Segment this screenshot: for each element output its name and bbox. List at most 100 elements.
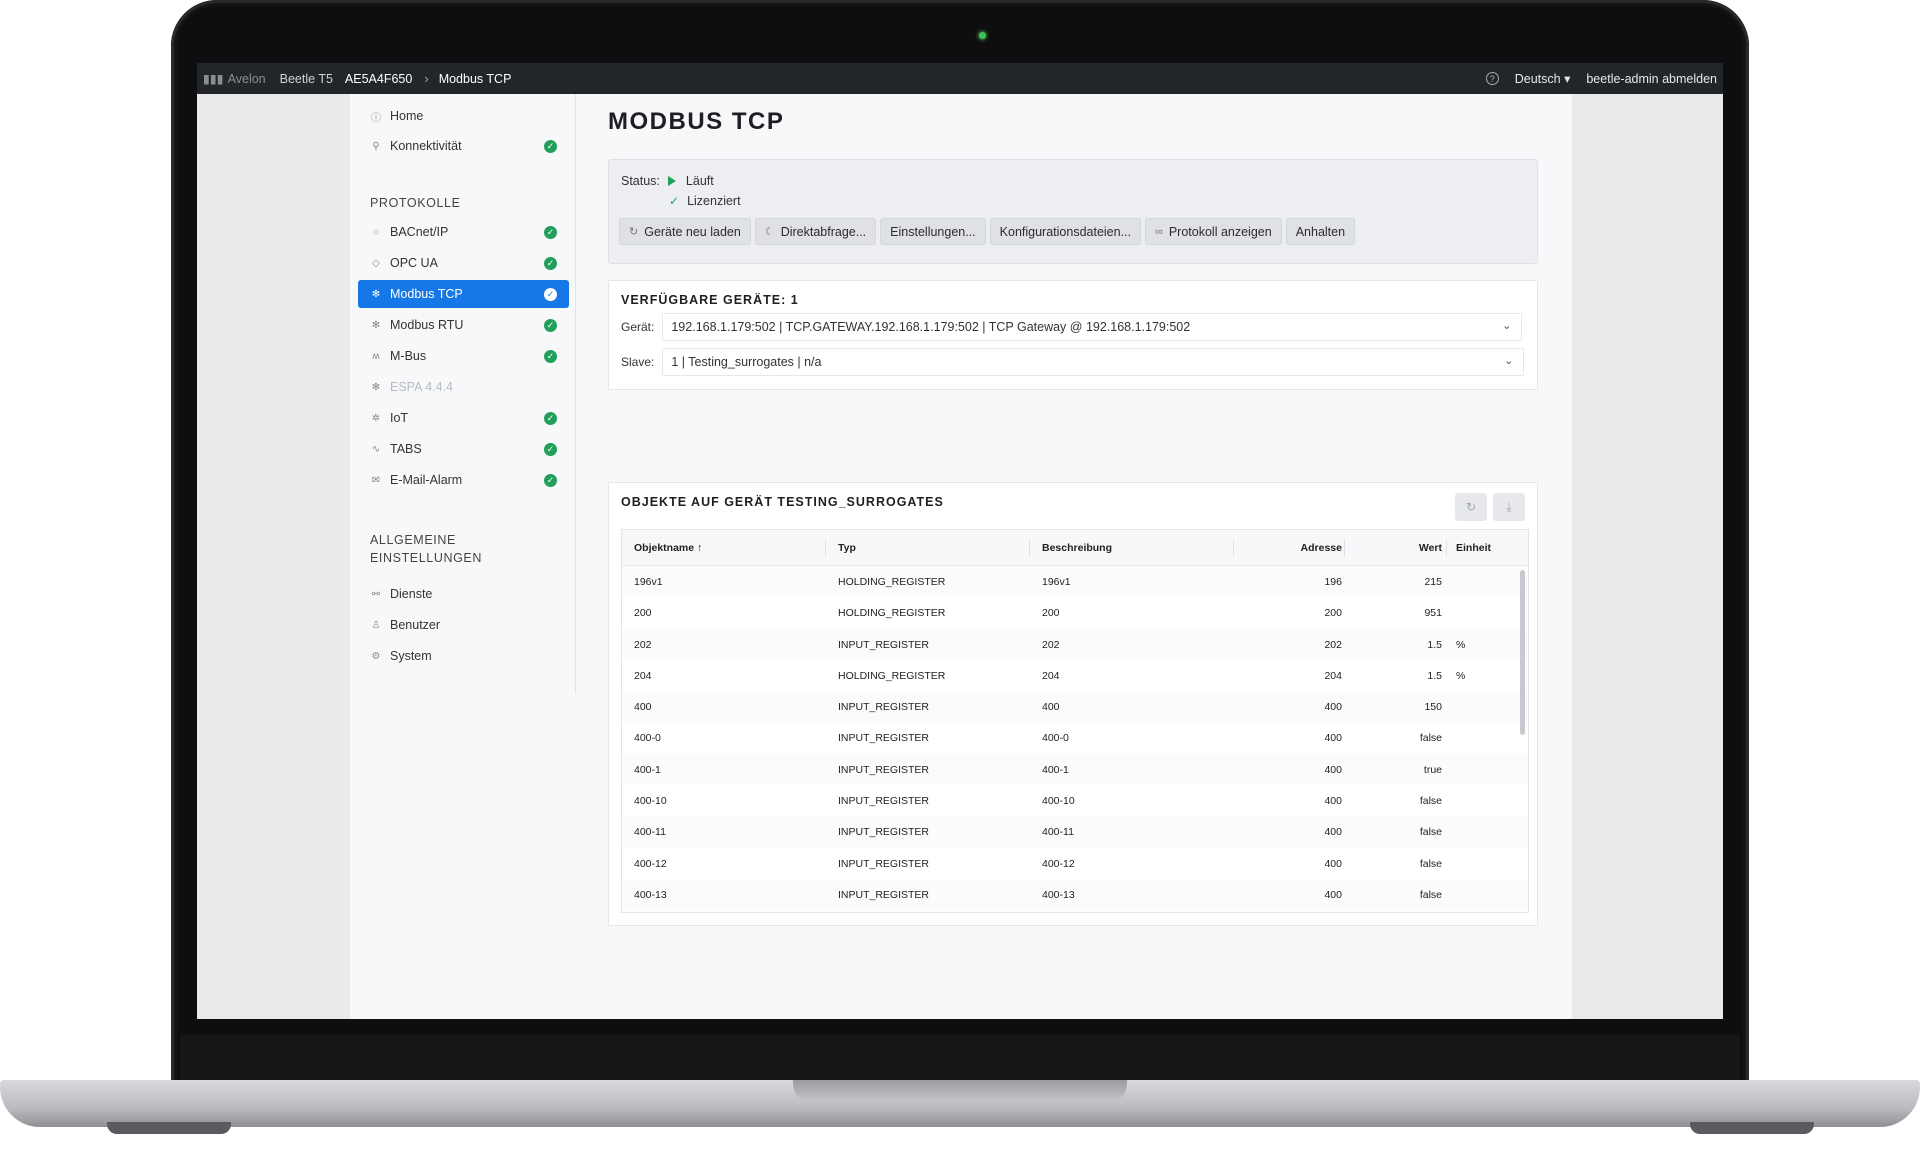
- cell-name: 400-11: [634, 826, 666, 839]
- cell-address: 400: [1324, 826, 1342, 839]
- chevron-down-icon: ⌄: [1502, 320, 1512, 332]
- page-title: MODBUS TCP: [608, 108, 785, 135]
- brand-logo[interactable]: ▮▮▮ Avelon: [203, 71, 266, 87]
- column-header-description[interactable]: Beschreibung: [1042, 542, 1112, 554]
- cell-description: 400-11: [1042, 826, 1074, 839]
- cell-type: INPUT_REGISTER: [838, 732, 930, 745]
- check-circle-icon: ✓: [544, 349, 557, 363]
- table-row[interactable]: 202 INPUT_REGISTER 202 202 1.5%: [622, 628, 1528, 660]
- sidebar-item-protocol[interactable]: ∿ TABS ✓: [358, 435, 569, 463]
- screen: ▮▮▮ Avelon Beetle T5 AE5A4F650 › Modbus T…: [197, 63, 1723, 1019]
- sidebar-item-protocol[interactable]: ○ BACnet/IP ✓: [358, 218, 569, 246]
- cell-name: 196v1: [634, 576, 663, 588]
- table-row[interactable]: 400-1 INPUT_REGISTER 400-1 400 true: [622, 753, 1528, 786]
- check-circle-icon: ✓: [544, 411, 557, 425]
- cell-address: 200: [1324, 607, 1342, 620]
- sidebar-item-general[interactable]: ⚙ System: [358, 642, 569, 670]
- column-header-address[interactable]: Adresse: [1282, 542, 1342, 554]
- chevron-right-icon: ›: [424, 71, 429, 86]
- table-row[interactable]: 204 HOLDING_REGISTER 204 204 1.5%: [622, 660, 1528, 691]
- breadcrumb-product[interactable]: Beetle T5: [280, 72, 333, 86]
- table-row[interactable]: 400-0 INPUT_REGISTER 400-0 400 false: [622, 722, 1528, 753]
- breadcrumb-device[interactable]: AE5A4F650: [345, 72, 412, 86]
- license-line: ✓ Lizenziert: [669, 194, 741, 208]
- sidebar-item-protocol[interactable]: ✻ Modbus TCP ✓: [358, 280, 569, 308]
- sidebar-item-protocol[interactable]: ✉ E-Mail-Alarm ✓: [358, 466, 569, 494]
- language-select[interactable]: Deutsch ▾: [1515, 71, 1571, 86]
- cell-type: INPUT_REGISTER: [838, 795, 930, 808]
- cell-value: false: [1419, 888, 1442, 901]
- check-circle-icon: ✓: [544, 442, 557, 456]
- sidebar-item-protocol[interactable]: ✲ IoT ✓: [358, 404, 569, 432]
- column-divider: [1233, 539, 1234, 557]
- refresh-objects-button[interactable]: ↻: [1455, 493, 1487, 521]
- direct-query-button[interactable]: ☾ Direktabfrage...: [754, 218, 877, 245]
- diamond-icon: ◇: [372, 257, 380, 269]
- config-files-button[interactable]: Konfigurationsdateien...: [989, 218, 1141, 245]
- table-row[interactable]: 200 HOLDING_REGISTER 200 200 951: [622, 597, 1528, 628]
- cell-type: INPUT_REGISTER: [838, 701, 930, 714]
- show-log-button[interactable]: ∞ Protokoll anzeigen: [1145, 218, 1282, 245]
- cell-description: 400: [1042, 701, 1060, 714]
- column-header-value[interactable]: Wert: [1382, 542, 1442, 554]
- sidebar-item-protocol[interactable]: ʍ M-Bus ✓: [358, 342, 569, 370]
- status-value: Läuft: [685, 174, 714, 188]
- reload-devices-button[interactable]: ↻ Geräte neu laden: [619, 218, 751, 245]
- slave-select[interactable]: 1 | Testing_surrogates | n/a ⌄: [662, 348, 1525, 376]
- cell-value: false: [1419, 857, 1442, 870]
- protocols-heading: PROTOKOLLE: [370, 196, 461, 210]
- cell-address: 400: [1324, 888, 1342, 901]
- cell-address: 202: [1324, 638, 1342, 651]
- general-heading: ALLGEMEINE EINSTELLUNGEN: [370, 533, 482, 565]
- cell-value: 215: [1424, 576, 1442, 588]
- check-icon: ✓: [669, 194, 680, 208]
- device-row: Gerät: 192.168.1.179:502 | TCP.GATEWAY.1…: [621, 313, 1523, 341]
- cell-value: false: [1419, 732, 1442, 745]
- left-gutter: [197, 94, 350, 1019]
- sidebar-item-home[interactable]: ⓘ Home: [358, 102, 569, 130]
- status-line: Status: Läuft: [621, 174, 714, 188]
- laptop-foot-left: [107, 1122, 231, 1134]
- status-panel: Status: Läuft ✓ Lizenziert ↻ Geräte neu lad…: [608, 159, 1538, 264]
- cell-value: 150: [1424, 701, 1442, 714]
- laptop-notch: [793, 1080, 1127, 1102]
- column-header-name[interactable]: Objektname ↑: [634, 542, 702, 554]
- table-row[interactable]: 400-13 INPUT_REGISTER 400-13 400 false: [622, 878, 1528, 911]
- cell-description: 204: [1042, 669, 1060, 682]
- help-icon[interactable]: ?: [1485, 72, 1499, 85]
- check-circle-icon: ✓: [544, 139, 557, 153]
- table-row[interactable]: 400 INPUT_REGISTER 400 400 150: [622, 691, 1528, 723]
- logout-link[interactable]: beetle-admin abmelden: [1586, 72, 1717, 86]
- stop-button[interactable]: Anhalten: [1285, 218, 1356, 245]
- sidebar-item-protocol[interactable]: ◇ OPC UA ✓: [358, 249, 569, 277]
- table-row[interactable]: 400-10 INPUT_REGISTER 400-10 400 false: [622, 785, 1528, 816]
- sidebar-item-protocol[interactable]: ✻ ESPA 4.4.4: [358, 373, 569, 401]
- sidebar-item-protocol[interactable]: ✻ Modbus RTU ✓: [358, 311, 569, 339]
- table-scrollbar[interactable]: [1520, 570, 1525, 735]
- cell-description: 200: [1042, 607, 1060, 620]
- sidebar-item-general[interactable]: ⚯ Dienste: [358, 580, 569, 608]
- cell-type: HOLDING_REGISTER: [838, 576, 946, 588]
- cell-name: 400: [634, 701, 652, 714]
- device-select[interactable]: 192.168.1.179:502 | TCP.GATEWAY.192.168.…: [662, 313, 1523, 341]
- sidebar-item-connectivity[interactable]: ⚲ Konnektivität ✓: [358, 132, 569, 160]
- cell-address: 196: [1324, 576, 1342, 588]
- settings-button[interactable]: Einstellungen...: [880, 218, 986, 245]
- table-row[interactable]: 400-12 INPUT_REGISTER 400-12 400 false: [622, 848, 1528, 879]
- column-header-type[interactable]: Typ: [838, 542, 856, 554]
- cog-icon: ⚙: [371, 650, 381, 662]
- sort-asc-icon: ↑: [697, 542, 703, 554]
- table-body: 196v1 HOLDING_REGISTER 196v1 196 215 200 HOLDI…: [622, 566, 1528, 911]
- column-divider: [1029, 539, 1030, 557]
- sidebar-item-general[interactable]: ♙ Benutzer: [358, 611, 569, 639]
- table-row[interactable]: 400-11 INPUT_REGISTER 400-11 400 false: [622, 816, 1528, 848]
- cell-name: 400-1: [634, 763, 661, 776]
- chevron-down-icon: ⌄: [1504, 355, 1514, 367]
- sidebar: ⓘ Home ⚲ Konnektivität ✓ PROTOKOLLE ○ BACnet…: [350, 94, 576, 694]
- column-header-unit[interactable]: Einheit: [1456, 542, 1491, 554]
- cell-type: INPUT_REGISTER: [838, 888, 930, 901]
- download-button[interactable]: ⤓: [1493, 493, 1525, 521]
- camera-indicator: [979, 32, 986, 39]
- column-divider: [1446, 539, 1447, 557]
- table-row[interactable]: 196v1 HOLDING_REGISTER 196v1 196 215: [622, 566, 1528, 598]
